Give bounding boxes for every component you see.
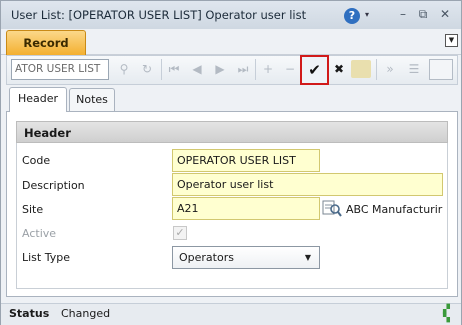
first-record-icon[interactable]: ⏮ <box>165 60 183 78</box>
help-icon[interactable]: ? <box>344 8 360 24</box>
previous-record-icon[interactable]: ◀ <box>188 60 206 78</box>
layout-toggle-icon[interactable] <box>429 59 453 80</box>
cancel-icon[interactable]: ✖ <box>330 60 348 78</box>
save-button[interactable]: ✔ <box>300 55 329 85</box>
attachment-icon[interactable] <box>351 60 371 78</box>
search-icon[interactable]: ⚲ <box>115 60 133 78</box>
code-label: Code <box>22 154 51 167</box>
toolbar-divider <box>161 59 162 80</box>
checkmark-icon: ✔ <box>308 61 321 79</box>
tab-strip-menu-icon[interactable]: ▼ <box>445 34 458 47</box>
toolbar-divider <box>255 59 256 80</box>
list-type-select[interactable]: Operators ▼ <box>172 246 320 269</box>
list-type-value: Operators <box>179 251 234 264</box>
resize-grip-icon[interactable]: ▞ ▚ <box>443 306 450 323</box>
site-lookup-icon[interactable] <box>322 199 342 217</box>
status-value: Changed <box>61 307 111 320</box>
add-record-icon[interactable]: + <box>259 60 277 78</box>
delete-record-icon[interactable]: − <box>281 60 299 78</box>
code-field[interactable]: OPERATOR USER LIST <box>172 149 320 172</box>
minimize-icon[interactable]: – <box>395 6 411 22</box>
status-label: Status <box>9 307 50 320</box>
chevron-down-icon: ▼ <box>304 253 311 262</box>
last-record-icon[interactable]: ⏭ <box>234 60 252 78</box>
site-label: Site <box>22 203 44 216</box>
tab-notes[interactable]: Notes <box>69 88 115 112</box>
restore-icon[interactable]: ⧉ <box>415 6 431 22</box>
description-label: Description <box>22 179 85 192</box>
active-checkbox[interactable]: ✓ <box>173 226 187 240</box>
refresh-icon[interactable]: ↻ <box>138 60 156 78</box>
site-field[interactable]: A21 <box>172 197 320 220</box>
tab-record[interactable]: Record <box>6 30 86 56</box>
close-icon[interactable]: ✕ <box>437 6 453 22</box>
active-label: Active <box>22 227 57 240</box>
next-record-icon[interactable]: ▶ <box>211 60 229 78</box>
list-view-icon[interactable]: ☰ <box>405 60 423 78</box>
toolbar-divider <box>376 59 377 80</box>
tab-header[interactable]: Header <box>9 87 67 112</box>
record-search-input[interactable]: ATOR USER LIST <box>11 59 109 80</box>
help-menu-chevron-icon[interactable]: ▾ <box>365 10 369 19</box>
dialog-window: User List: [OPERATOR USER LIST] Operator… <box>0 0 462 325</box>
list-type-label: List Type <box>22 251 70 264</box>
section-title: Header <box>16 121 448 143</box>
window-title: User List: [OPERATOR USER LIST] Operator… <box>11 8 307 22</box>
site-description: ABC Manufacturir <box>346 203 443 216</box>
description-field[interactable]: Operator user list <box>172 173 443 196</box>
expand-icon[interactable]: » <box>381 60 399 78</box>
